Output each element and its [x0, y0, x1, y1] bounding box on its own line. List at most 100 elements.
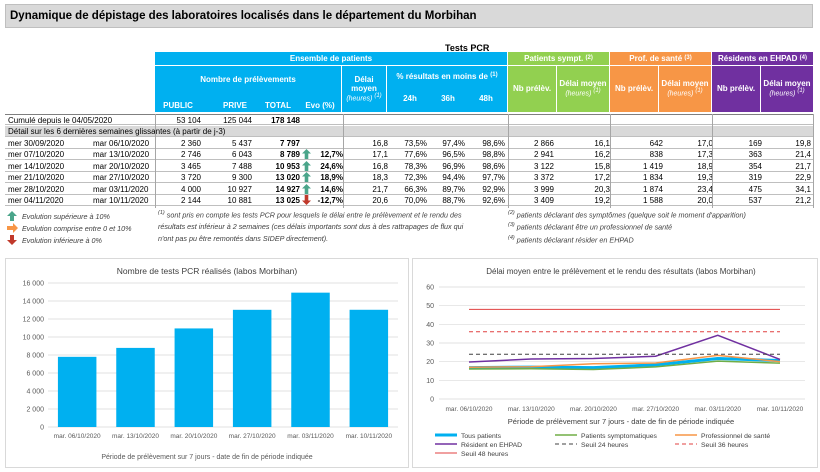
cell-e-nb: 319 — [748, 173, 762, 183]
cell-ps-nb: 642 — [649, 139, 663, 148]
legend-label: Professionnel de santé — [701, 433, 770, 440]
cell-ps-delai: 20,0 — [697, 196, 713, 205]
y-tick-label: 2 000 — [26, 407, 44, 414]
y-tick-label: 50 — [426, 303, 434, 310]
legend-mid: Evolution comprise entre 0 et 10% — [22, 224, 132, 233]
cell-ps-nb: 1 588 — [642, 196, 663, 205]
header-24h: 24h — [398, 93, 422, 105]
cell-prive: 7 488 — [231, 161, 252, 171]
header-total: TOTAL — [258, 100, 298, 112]
cell-s-nb: 3 122 — [533, 161, 554, 171]
header-group-ehpad: Résidents en EHPAD (4) — [712, 52, 813, 65]
cell-p24: 78,3% — [404, 161, 427, 171]
cell-ps-nb: 1 419 — [642, 161, 663, 171]
column-divider — [712, 114, 713, 208]
bar — [349, 309, 389, 427]
arrow-down-icon — [7, 235, 17, 245]
cell-to: mar 10/11/2020 — [93, 196, 149, 205]
x-tick-label: mar. 27/10/2020 — [229, 433, 276, 440]
cell-e-delai: 21,2 — [795, 196, 811, 205]
cell-ps-delai: 17,3 — [697, 150, 713, 160]
cell-delai: 16,8 — [372, 161, 388, 171]
cell-ps-delai: 17,0 — [697, 139, 713, 148]
arrow-up-icon — [302, 172, 311, 183]
arrow-up-icon — [302, 149, 311, 160]
bar — [57, 356, 97, 427]
arrow-down-icon — [302, 195, 311, 205]
cell-ps-delai: 18,9 — [697, 161, 713, 171]
cell-public: 3 720 — [180, 173, 201, 183]
cell-total: 8 789 — [279, 150, 300, 160]
cell-public: 4 000 — [180, 184, 201, 194]
arrow-right-icon — [7, 223, 18, 233]
cell-p24: 73,5% — [404, 139, 427, 148]
y-tick-label: 20 — [426, 359, 434, 366]
x-tick-label: mar. 10/11/2020 — [757, 406, 804, 413]
legend-up: Evolution supérieure à 10% — [22, 212, 110, 221]
header-prive: PRIVE — [215, 100, 255, 112]
y-tick-label: 60 — [426, 285, 434, 292]
bar — [174, 328, 214, 427]
cell-e-delai: 21,4 — [795, 150, 811, 160]
cell-s-delai: 15,8 — [594, 161, 610, 171]
cell-p48: 98,6% — [482, 161, 505, 171]
cell-from: mer 30/09/2020 — [8, 139, 65, 148]
cell-to: mar 03/11/2020 — [93, 184, 149, 194]
line-chart-panel: Délai moyen entre le prélèvement et le r… — [412, 258, 818, 468]
x-tick-label: mar. 03/11/2020 — [287, 433, 334, 440]
x-axis-label: Période de prélèvement sur 7 jours - dat… — [101, 454, 312, 461]
cell-prive: 6 043 — [231, 150, 252, 160]
table-row: mer 28/10/2020 mar 03/11/2020 4 000 10 927 1… — [5, 183, 813, 195]
cell-delai: 18,3 — [372, 173, 388, 183]
legend-label: Patients symptomatiques — [581, 433, 658, 440]
column-divider — [343, 114, 344, 208]
cell-s-nb: 3 409 — [533, 196, 554, 205]
cell-public: 2 360 — [180, 139, 201, 148]
cell-p36: 88,7% — [442, 196, 465, 205]
cumul-label: Cumulé depuis le 04/05/2020 — [8, 116, 113, 125]
cell-e-nb: 475 — [748, 184, 762, 194]
cell-delai: 20,6 — [372, 196, 388, 205]
table-row: mer 30/09/2020 mar 06/10/2020 2 360 5 437 7 … — [5, 138, 813, 149]
cell-s-nb: 2 941 — [533, 150, 554, 160]
cell-p36: 96,9% — [442, 161, 465, 171]
y-tick-label: 14 000 — [23, 299, 45, 306]
cell-ps-nb: 838 — [649, 150, 663, 160]
cell-prive: 9 300 — [231, 173, 252, 183]
y-tick-label: 30 — [426, 341, 434, 348]
page-title-bar: Dynamique de dépistage des laboratoires … — [5, 4, 813, 28]
cell-p36: 97,4% — [442, 139, 465, 148]
cumul-row: Cumulé depuis le 04/05/2020 53 104 125 0… — [5, 114, 813, 125]
cell-from: mer 21/10/2020 — [8, 173, 65, 183]
bar-chart-panel: Nombre de tests PCR réalisés (labos Morb… — [5, 258, 409, 468]
header-group-prof: Prof. de santé (3) — [610, 52, 711, 65]
note4: (4) patients déclarant résider en EHPAD — [508, 235, 634, 245]
column-divider — [155, 114, 156, 208]
header-sympt-delai: Délai moyen (heures) (1) — [557, 66, 609, 112]
cell-total: 14 927 — [275, 184, 300, 194]
column-divider — [813, 114, 814, 208]
cell-total: 13 025 — [275, 196, 300, 205]
cell-e-nb: 363 — [748, 150, 762, 160]
header-48h: 48h — [474, 93, 498, 105]
cell-s-delai: 20,3 — [594, 184, 610, 194]
cell-ps-nb: 1 874 — [642, 184, 663, 194]
detail-row: Détail sur les 6 dernières semaines glis… — [5, 126, 813, 137]
x-tick-label: mar. 06/10/2020 — [54, 433, 101, 440]
cell-p36: 96,5% — [442, 150, 465, 160]
legend-label: Tous patients — [461, 433, 502, 440]
header-group-sympt: Patients sympt. (2) — [508, 52, 609, 65]
legend-down: Evolution inférieure à 0% — [22, 236, 102, 245]
y-tick-label: 6 000 — [26, 371, 44, 378]
legend-label: Résident en EHPAD — [461, 442, 522, 449]
page-title: Dynamique de dépistage des laboratoires … — [10, 10, 477, 22]
header-evo: Evo (%) — [300, 100, 340, 112]
table-row: mer 07/10/2020 mar 13/10/2020 2 746 6 043 8 … — [5, 149, 813, 161]
bar — [116, 347, 155, 427]
cell-delai: 21,7 — [372, 184, 388, 194]
cell-p48: 98,8% — [482, 150, 505, 160]
legend-label: Seuil 24 heures — [581, 442, 629, 449]
y-tick-label: 12 000 — [23, 317, 45, 324]
y-tick-label: 4 000 — [26, 389, 44, 396]
cell-s-delai: 16,1 — [594, 139, 610, 148]
